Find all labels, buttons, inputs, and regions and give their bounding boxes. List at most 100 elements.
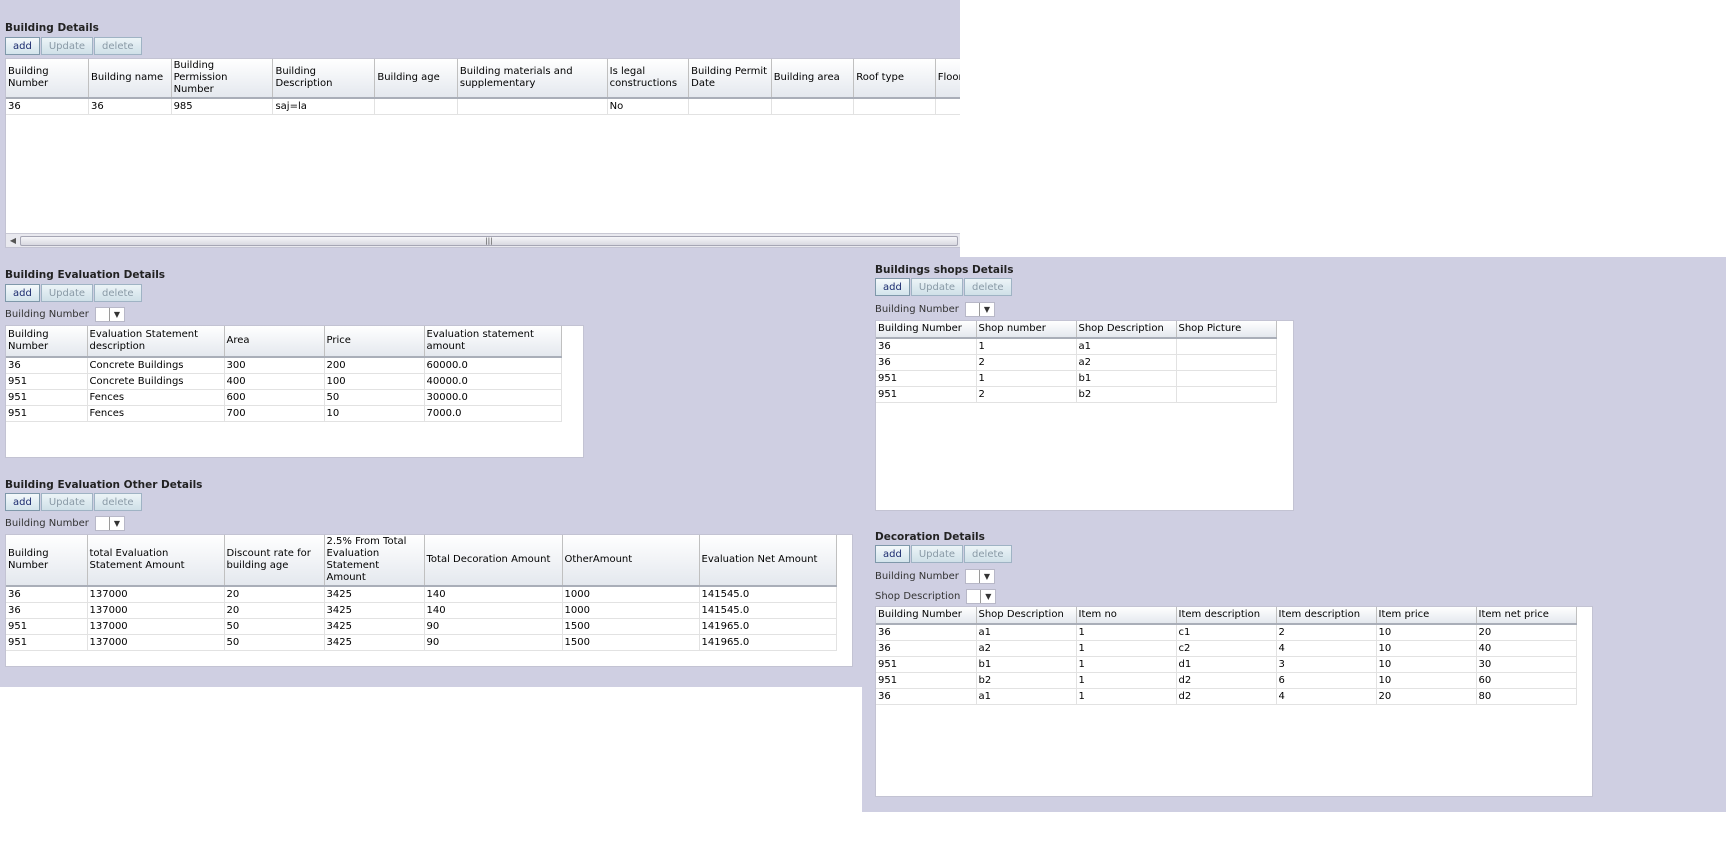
table-header-row: Building Number total Evaluation Stateme… (6, 535, 837, 587)
chevron-down-icon[interactable]: ▼ (980, 590, 996, 603)
column-header[interactable]: Evaluation Net Amount (699, 535, 837, 587)
table-cell: 951 (6, 373, 88, 390)
column-header[interactable]: Shop Description (1076, 321, 1177, 339)
column-header[interactable]: Item no (1076, 607, 1177, 625)
column-header[interactable]: Building Number (876, 321, 977, 339)
scrollbar-thumb[interactable]: ||| (20, 235, 958, 246)
table-row[interactable]: 36 a1 1 c1 2 10 20 (876, 624, 1577, 641)
chevron-down-icon[interactable]: ▼ (108, 517, 124, 530)
column-header[interactable]: Evaluation statement amount (424, 326, 562, 358)
table-row[interactable]: 951 137000 50 3425 90 1500 141965.0 (6, 634, 837, 651)
update-button[interactable]: Update (40, 493, 94, 511)
table-row[interactable]: 36 a2 1 c2 4 10 40 (876, 640, 1577, 657)
table-row[interactable]: 951 2 b2 (876, 386, 1277, 403)
building-number-combo[interactable]: ▼ (94, 516, 125, 531)
table-cell: 90 (424, 618, 563, 635)
table-row[interactable]: 951 137000 50 3425 90 1500 141965.0 (6, 618, 837, 635)
column-header[interactable]: Building Number (6, 326, 88, 358)
column-header[interactable]: Building Description (272, 59, 376, 99)
column-header[interactable]: Item net price (1476, 607, 1577, 625)
column-header[interactable]: 2.5% From Total Evaluation Statement Amo… (324, 535, 425, 587)
update-button[interactable]: Update (40, 37, 94, 55)
column-header[interactable]: Floor type (935, 59, 960, 99)
add-button[interactable]: add (5, 284, 40, 302)
column-header[interactable]: Item price (1376, 607, 1477, 625)
add-button[interactable]: add (875, 278, 910, 296)
update-button[interactable]: Update (910, 545, 964, 563)
column-header[interactable]: Shop number (976, 321, 1077, 339)
column-header[interactable]: Discount rate for building age (224, 535, 325, 587)
table-cell: 137000 (87, 586, 225, 603)
table-row[interactable]: 36 36 985 saj=la No (6, 98, 960, 115)
filter-label: Shop Description (875, 591, 961, 602)
table-row[interactable]: 951 Concrete Buildings 400 100 40000.0 (6, 373, 562, 390)
column-header[interactable]: Building Permission Number (171, 59, 274, 99)
table-row[interactable]: 36 a1 1 d2 4 20 80 (876, 688, 1577, 705)
delete-button[interactable]: delete (94, 37, 142, 55)
building-details-grid: Building Number Building name Building P… (5, 58, 960, 248)
column-header[interactable]: Building age (374, 59, 458, 99)
table-row[interactable]: 951 Fences 600 50 30000.0 (6, 389, 562, 406)
delete-button[interactable]: delete (94, 284, 142, 302)
table-row[interactable]: 951 Fences 700 10 7000.0 (6, 405, 562, 422)
table-row[interactable]: 951 b2 1 d2 6 10 60 (876, 672, 1577, 689)
table-cell: 951 (876, 656, 977, 673)
decoration-details-table: Building Number Shop Description Item no… (876, 607, 1577, 705)
column-header[interactable]: Roof type (853, 59, 936, 99)
column-header[interactable]: Is legal constructions (607, 59, 690, 99)
table-cell: 20 (224, 586, 325, 603)
column-header[interactable]: Building materials and supplementary (457, 59, 608, 99)
building-number-filter: Building Number ▼ (875, 302, 995, 317)
shop-description-combo[interactable]: ▼ (966, 589, 997, 604)
table-cell: 90 (424, 634, 563, 651)
column-header[interactable]: OtherAmount (562, 535, 700, 587)
delete-button[interactable]: delete (94, 493, 142, 511)
update-button[interactable]: Update (40, 284, 94, 302)
table-row[interactable]: 36 Concrete Buildings 300 200 60000.0 (6, 357, 562, 374)
delete-button[interactable]: delete (964, 278, 1012, 296)
column-header[interactable]: Total Decoration Amount (424, 535, 563, 587)
chevron-down-icon[interactable]: ▼ (108, 308, 124, 321)
building-number-combo[interactable]: ▼ (964, 569, 995, 584)
column-header[interactable]: Shop Description (976, 607, 1077, 625)
building-number-combo[interactable]: ▼ (94, 307, 125, 322)
column-header[interactable]: Item description (1276, 607, 1377, 625)
column-header[interactable]: Building Number (876, 607, 977, 625)
table-cell: 1000 (562, 586, 700, 603)
add-button[interactable]: add (5, 493, 40, 511)
column-header[interactable]: Item description (1176, 607, 1277, 625)
add-button[interactable]: add (5, 37, 40, 55)
column-header[interactable]: total Evaluation Statement Amount (87, 535, 225, 587)
horizontal-scrollbar[interactable]: ◀ ||| (6, 233, 960, 247)
table-cell: 3425 (324, 618, 425, 635)
delete-button[interactable]: delete (964, 545, 1012, 563)
table-row[interactable]: 951 b1 1 d1 3 10 30 (876, 656, 1577, 673)
table-cell: 4 (1276, 640, 1377, 657)
table-cell: 3 (1276, 656, 1377, 673)
column-header[interactable]: Building Number (6, 535, 88, 587)
column-header[interactable]: Building area (771, 59, 855, 99)
chevron-down-icon[interactable]: ▼ (978, 303, 994, 316)
column-header[interactable]: Price (324, 326, 425, 358)
column-header[interactable]: Shop Picture (1176, 321, 1277, 339)
column-header[interactable]: Building name (88, 59, 172, 99)
column-header[interactable]: Area (224, 326, 325, 358)
table-row[interactable]: 36 137000 20 3425 140 1000 141545.0 (6, 586, 837, 603)
column-header[interactable]: Evaluation Statement description (87, 326, 225, 358)
table-cell (1176, 386, 1277, 403)
table-row[interactable]: 36 2 a2 (876, 354, 1277, 371)
table-row[interactable]: 36 137000 20 3425 140 1000 141545.0 (6, 602, 837, 619)
table-cell: 30000.0 (424, 389, 562, 406)
table-cell: 141965.0 (699, 618, 837, 635)
table-cell: 7000.0 (424, 405, 562, 422)
building-number-combo[interactable]: ▼ (964, 302, 995, 317)
column-header[interactable]: Building Number (6, 59, 90, 99)
table-cell: 10 (1376, 624, 1477, 641)
table-row[interactable]: 951 1 b1 (876, 370, 1277, 387)
add-button[interactable]: add (875, 545, 910, 563)
column-header[interactable]: Building Permit Date (688, 59, 772, 99)
scroll-left-arrow-icon[interactable]: ◀ (6, 236, 20, 245)
update-button[interactable]: Update (910, 278, 964, 296)
chevron-down-icon[interactable]: ▼ (978, 570, 994, 583)
table-row[interactable]: 36 1 a1 (876, 338, 1277, 355)
